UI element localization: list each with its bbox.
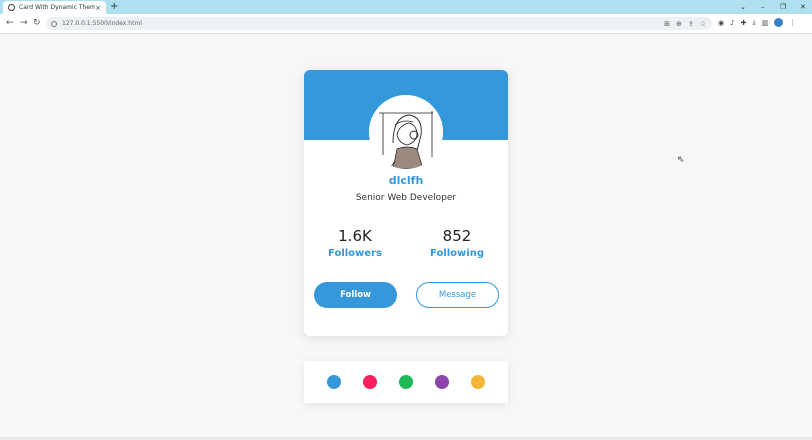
message-button[interactable]: Message (416, 282, 499, 308)
translate-icon[interactable]: ⊞ (664, 20, 670, 28)
theme-swatch-purple[interactable] (435, 375, 449, 389)
theme-swatch-orange[interactable] (471, 375, 485, 389)
browser-tab[interactable]: Card With Dynamic Themes × (3, 1, 106, 14)
browser-toolbar: ← → ↻ 127.0.0.1:5500/index.html ⊞ ⊕ ⇪ ☆ … (0, 14, 812, 34)
theme-swatch-green[interactable] (399, 375, 413, 389)
sidepanel-icon[interactable]: ▥ (762, 19, 769, 27)
reload-icon[interactable]: ↻ (33, 17, 41, 30)
job-title: Senior Web Developer (355, 193, 457, 203)
back-icon[interactable]: ← (6, 17, 14, 30)
follow-button[interactable]: Follow (314, 282, 397, 308)
url-text[interactable]: 127.0.0.1:5500/index.html (62, 20, 712, 27)
following-stat: 852 Following (406, 227, 508, 259)
theme-picker (304, 361, 508, 403)
zoom-icon[interactable]: ⊕ (676, 20, 682, 28)
following-count: 852 (442, 227, 472, 245)
menu-icon[interactable]: ⋮ (789, 19, 796, 27)
new-tab-button[interactable]: + (110, 1, 118, 13)
following-label: Following (430, 248, 484, 259)
mouse-cursor-icon: ⇖ (677, 155, 685, 165)
browser-tabstrip: Card With Dynamic Themes × + ⌄ – ❐ ✕ (0, 0, 812, 14)
tab-search-icon[interactable]: ⌄ (740, 0, 746, 14)
followers-count: 1.6K (338, 227, 372, 245)
avatar-illustration (369, 95, 443, 169)
address-bar[interactable]: 127.0.0.1:5500/index.html ⊞ ⊕ ⇪ ☆ (46, 17, 712, 30)
extension-icon[interactable]: ◉ (718, 19, 724, 27)
tab-title: Card With Dynamic Themes (19, 4, 96, 11)
avatar (369, 95, 443, 169)
username: dlclfh (388, 174, 424, 187)
puzzle-icon[interactable]: ✚ (741, 19, 747, 27)
theme-swatch-pink[interactable] (363, 375, 377, 389)
omnibox-actions: ⊞ ⊕ ⇪ ☆ (664, 17, 706, 30)
followers-stat: 1.6K Followers (304, 227, 406, 259)
minimize-icon[interactable]: – (761, 0, 765, 14)
profile-avatar-icon[interactable] (774, 18, 784, 27)
share-icon[interactable]: ⇪ (688, 20, 694, 28)
followers-label: Followers (328, 248, 382, 259)
restore-icon[interactable]: ❐ (780, 0, 786, 14)
extensions-area: ◉ ♪ ✚ ⤓ ▥ ⋮ (718, 18, 796, 27)
close-window-icon[interactable]: ✕ (800, 0, 806, 14)
theme-swatch-blue[interactable] (327, 375, 341, 389)
bookmark-star-icon[interactable]: ☆ (700, 20, 706, 28)
download-icon[interactable]: ⤓ (752, 18, 755, 27)
site-info-icon[interactable] (51, 20, 57, 27)
extension-icon[interactable]: ♪ (730, 19, 734, 27)
forward-icon[interactable]: → (20, 17, 28, 30)
profile-card: dlclfh Senior Web Developer 1.6K Followe… (304, 70, 508, 336)
globe-icon (8, 4, 15, 11)
close-tab-icon[interactable]: × (95, 4, 101, 12)
